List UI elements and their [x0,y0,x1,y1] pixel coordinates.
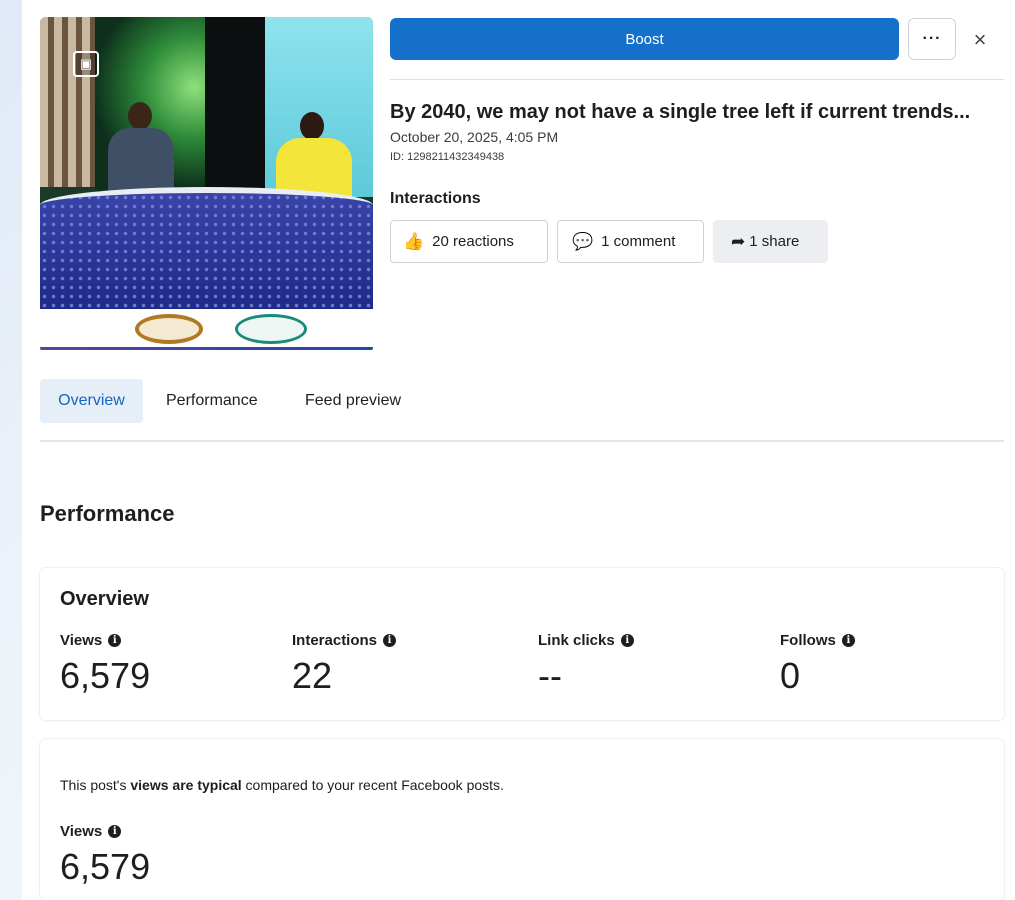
post-date: October 20, 2025, 4:05 PM [390,129,559,145]
comment-label: 1 comment [601,233,676,250]
tab-overview[interactable]: Overview [40,379,143,423]
metric-value: 22 [292,655,333,696]
studio-desk [40,187,373,309]
reactions-label: 20 reactions [432,233,514,250]
metric-follows: Follows i 0 [780,632,855,697]
views-metric: Views i 6,579 [60,823,150,888]
comment-icon: 💬 [572,231,594,251]
metric-label: Follows [780,632,836,649]
thumbnail-stripe [40,347,373,350]
share-label: 1 share [749,233,800,250]
info-icon[interactable]: i [620,634,634,647]
info-icon[interactable]: i [383,634,397,647]
metric-interactions: Interactions i 22 [292,632,397,697]
metric-value: 6,579 [60,655,151,696]
metric-value: 0 [780,655,801,696]
post-title: By 2040, we may not have a single tree l… [390,101,971,123]
overview-card-title: Overview [60,588,149,610]
share-icon: ➦ [731,231,746,251]
metric-value: -- [538,655,562,696]
thumbs-up-icon: 👍 [403,231,425,251]
post-thumbnail[interactable]: ▣ [40,17,373,353]
performance-heading: Performance [40,501,175,526]
coat-of-arms-logo [135,314,203,344]
metric-label: Interactions [292,632,378,649]
metric-label: Link clicks [538,632,615,649]
typical-suffix: compared to your recent Facebook posts. [241,777,504,793]
share-button[interactable]: ➦ 1 share [713,220,828,263]
metric-label: Views [60,632,103,649]
close-icon[interactable]: × [966,26,994,54]
more-options-button[interactable]: ··· [908,18,956,60]
divider [390,79,1004,80]
info-icon[interactable]: i [108,634,122,647]
post-id: ID: 1298211432349438 [390,151,505,163]
reactions-button[interactable]: 👍 20 reactions [390,220,548,263]
tab-feed-preview[interactable]: Feed preview [305,379,401,423]
interactions-heading: Interactions [390,190,481,207]
typical-prefix: This post's [60,777,131,793]
overview-card: Overview Views i 6,579 Interactions i 22 L… [40,568,1004,720]
gallery-icon: ▣ [73,51,99,77]
agency-logo [235,314,307,344]
metric-link-clicks: Link clicks i -- [538,632,634,697]
tab-performance[interactable]: Performance [166,379,258,423]
comment-button[interactable]: 💬 1 comment [557,220,704,263]
metric-label: Views [60,823,103,840]
views-typical-text: This post's views are typical compared t… [60,777,504,793]
views-comparison-card: This post's views are typical compared t… [40,739,1004,900]
info-icon[interactable]: i [841,634,855,647]
boost-button[interactable]: Boost [390,18,899,60]
typical-bold: views are typical [130,777,242,793]
metric-value: 6,579 [60,846,151,887]
studio-panel [205,17,265,197]
metric-views: Views i 6,579 [60,632,150,697]
info-icon[interactable]: i [108,825,122,838]
tab-divider [40,440,1004,442]
presenter-figure [102,102,180,198]
